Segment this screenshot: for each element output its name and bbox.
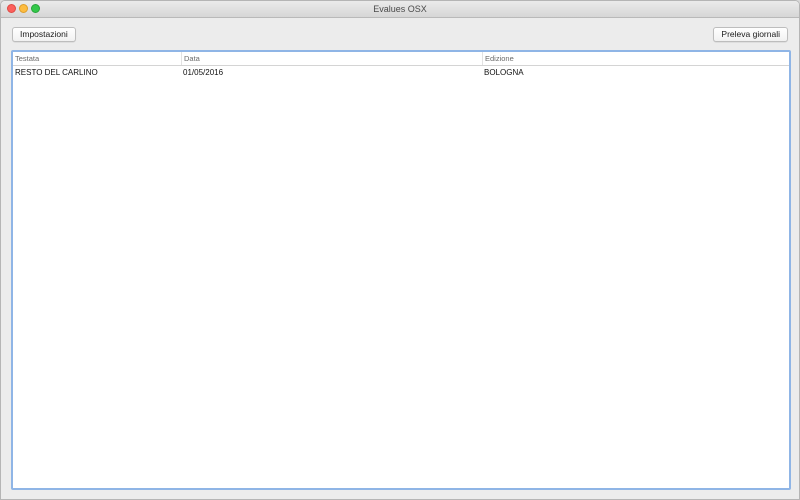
table-row[interactable]: RESTO DEL CARLINO 01/05/2016 BOLOGNA xyxy=(13,66,789,79)
newspapers-table[interactable]: Testata Data Edizione RESTO DEL CARLINO … xyxy=(11,50,791,490)
cell-testata: RESTO DEL CARLINO xyxy=(15,68,98,77)
settings-button[interactable]: Impostazioni xyxy=(12,27,76,42)
title-bar[interactable]: Evalues OSX xyxy=(1,1,799,18)
column-header-testata[interactable]: Testata xyxy=(13,52,181,65)
window-title: Evalues OSX xyxy=(373,4,427,14)
table-header: Testata Data Edizione xyxy=(13,52,789,66)
fetch-newspapers-button[interactable]: Preleva giornali xyxy=(713,27,788,42)
cell-edizione: BOLOGNA xyxy=(484,68,524,77)
app-window: Evalues OSX Impostazioni Preleva giornal… xyxy=(0,0,800,500)
column-header-data[interactable]: Data xyxy=(181,52,482,65)
column-header-edizione[interactable]: Edizione xyxy=(482,52,789,65)
cell-data: 01/05/2016 xyxy=(183,68,224,77)
